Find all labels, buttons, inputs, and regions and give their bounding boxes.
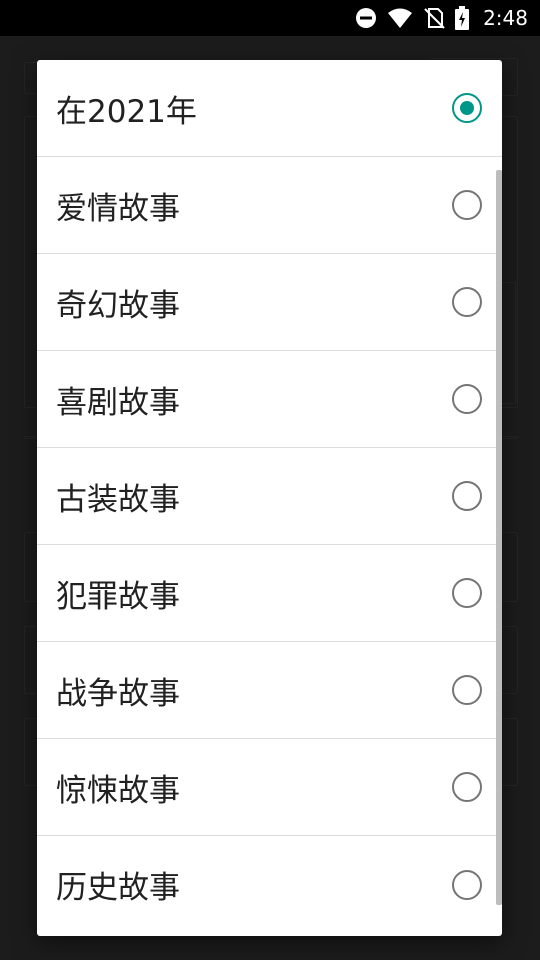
- radio-button[interactable]: [452, 675, 482, 705]
- option-label: 惊悚故事: [56, 772, 180, 809]
- radio-button[interactable]: [452, 190, 482, 220]
- do-not-disturb-icon: [355, 7, 377, 29]
- option-item[interactable]: 爱情故事: [37, 157, 502, 254]
- no-sim-icon: [423, 7, 445, 29]
- option-label: 喜剧故事: [56, 384, 180, 421]
- radio-button[interactable]: [452, 481, 482, 511]
- radio-button[interactable]: [452, 93, 482, 123]
- option-label: 在2021年: [56, 93, 197, 130]
- option-label: 爱情故事: [56, 190, 180, 227]
- option-label: 古装故事: [56, 481, 180, 518]
- radio-button[interactable]: [452, 869, 482, 900]
- option-label: 犯罪故事: [56, 578, 180, 615]
- option-label: 奇幻故事: [56, 287, 180, 324]
- option-item[interactable]: 古装故事: [37, 448, 502, 545]
- option-item[interactable]: 喜剧故事: [37, 351, 502, 448]
- option-item[interactable]: 奇幻故事: [37, 254, 502, 351]
- wifi-icon: [387, 7, 413, 29]
- option-list: 在2021年 爱情故事 奇幻故事 喜剧故事 古装故事 犯罪故事 战争故事 惊悚故…: [37, 60, 502, 933]
- radio-button[interactable]: [452, 384, 482, 414]
- radio-button[interactable]: [452, 772, 482, 802]
- status-time: 2:48: [483, 6, 528, 30]
- option-item[interactable]: 历史故事: [37, 836, 502, 933]
- option-item[interactable]: 战争故事: [37, 642, 502, 739]
- option-item[interactable]: 在2021年: [37, 60, 502, 157]
- dialog-scrollbar[interactable]: [496, 170, 502, 905]
- battery-charging-icon: [455, 6, 470, 30]
- option-label: 历史故事: [56, 870, 180, 906]
- radio-button[interactable]: [452, 287, 482, 317]
- status-bar: 2:48: [0, 0, 540, 36]
- option-item[interactable]: 惊悚故事: [37, 739, 502, 836]
- option-label: 战争故事: [56, 675, 180, 712]
- radio-button[interactable]: [452, 578, 482, 608]
- option-item[interactable]: 犯罪故事: [37, 545, 502, 642]
- single-choice-dialog: 在2021年 爱情故事 奇幻故事 喜剧故事 古装故事 犯罪故事 战争故事 惊悚故…: [37, 60, 502, 936]
- status-icons: 2:48: [355, 0, 528, 36]
